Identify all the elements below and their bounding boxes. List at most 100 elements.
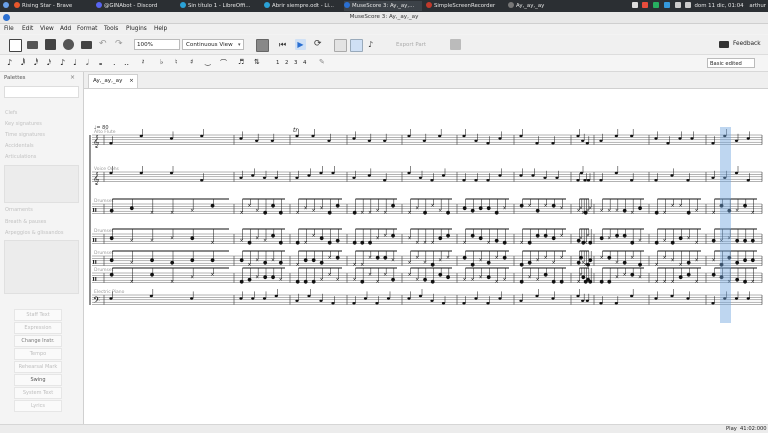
palette-item-accidentals[interactable]: Accidentals <box>5 143 34 149</box>
voice-2-button[interactable]: 2 <box>285 60 288 66</box>
palette-item-key-signatures[interactable]: Key signatures <box>5 121 42 127</box>
voice-1-button[interactable]: 1 <box>276 60 279 66</box>
open-icon[interactable] <box>27 41 38 49</box>
taskbar-item-recorder[interactable]: SimpleScreenRecorder <box>426 1 504 11</box>
taskbar-item-libreoffice-2[interactable]: Abrir siempre.odt - Li... <box>264 1 340 11</box>
percussion-note: × <box>630 210 634 216</box>
menu-format[interactable]: Format <box>77 25 97 34</box>
text-button-tempo[interactable]: Tempo <box>14 348 62 360</box>
duration-16th-icon[interactable]: 𝅘𝅥𝅯 <box>47 58 51 68</box>
text-button-lyrics[interactable]: Lyrics <box>14 400 62 412</box>
text-button-swing[interactable]: Swing <box>14 374 62 386</box>
save-online-icon[interactable] <box>63 39 74 50</box>
duration-whole-icon[interactable]: 𝅝 <box>99 58 102 68</box>
redo-icon[interactable]: ↷ <box>115 39 126 50</box>
tie-icon[interactable]: ‿ <box>205 58 211 66</box>
user-name[interactable]: arthur <box>749 3 766 9</box>
metronome-icon[interactable]: ♪ <box>368 39 379 50</box>
rewind-icon[interactable]: ⏮ <box>279 39 290 50</box>
double-dot-icon[interactable]: .. <box>124 58 129 67</box>
zoom-select[interactable]: 100% <box>134 39 180 50</box>
update-icon[interactable] <box>653 2 660 8</box>
rest-icon[interactable]: 𝄽 <box>142 58 144 67</box>
palette-item-ornaments[interactable]: Ornaments <box>5 207 33 213</box>
close-icon[interactable]: × <box>129 78 134 84</box>
tuplet-icon[interactable]: ♬ <box>238 58 244 66</box>
duration-eighth-icon[interactable]: ♪ <box>60 58 65 67</box>
workspace-select[interactable]: Basic edited <box>707 58 755 68</box>
menu-view[interactable]: View <box>40 25 54 34</box>
sharp-icon[interactable]: ♯ <box>190 58 193 66</box>
duration-64th-icon[interactable]: 𝅘𝅥𝅱 <box>21 58 25 68</box>
palette-item-clefs[interactable]: Clefs <box>5 110 17 116</box>
score-canvas[interactable]: ♩= 80 tr Alto Flute 𝄞 Voice Oohs 𝄞 Drumset 𝄥 ● ● ×… <box>84 89 768 424</box>
export-button[interactable]: Export Part <box>396 42 426 48</box>
percussion-note: × <box>423 240 427 246</box>
slur-icon[interactable]: ⌒ <box>220 58 227 68</box>
dot-icon[interactable]: . <box>113 58 116 67</box>
mail-icon <box>719 41 729 48</box>
clock[interactable]: dom 11 dic, 01:04 <box>694 3 743 9</box>
duration-quarter-icon[interactable]: ♩ <box>73 58 77 67</box>
text-button-rehearsal-mark[interactable]: Rehearsal Mark <box>14 361 62 373</box>
menu-file[interactable]: File <box>4 25 14 34</box>
score-svg[interactable]: ♩= 80 trAlto Flute𝄞Voice Oohs𝄞Drumset𝄥 ● ●×… <box>84 89 768 424</box>
text-button-expression[interactable]: Expression <box>14 322 62 334</box>
plugin-icon[interactable]: ✎ <box>319 58 325 66</box>
close-icon[interactable]: × <box>70 74 75 81</box>
taskbar-item-discord[interactable]: @GINAbot - Discord <box>96 1 176 11</box>
tab-score[interactable]: Ay,_ay,_ay × <box>88 74 138 88</box>
menu-plugins[interactable]: Plugins <box>126 25 147 34</box>
hp-icon[interactable] <box>631 2 638 8</box>
taskbar-item-libreoffice-1[interactable]: Sin título 1 - LibreOffi... <box>180 1 260 11</box>
mixer-icon[interactable] <box>256 39 269 52</box>
loop-out-icon[interactable] <box>350 39 363 52</box>
taskbar-item-brave[interactable]: Rising Star - Brave <box>14 1 92 11</box>
loop-in-icon[interactable] <box>334 39 347 52</box>
flip-icon[interactable]: ⇅ <box>254 58 260 66</box>
voice-3-button[interactable]: 3 <box>294 60 297 66</box>
play-icon[interactable]: ▶ <box>295 39 306 50</box>
menu-add[interactable]: Add <box>60 25 71 34</box>
brave-tray-icon[interactable] <box>642 2 649 8</box>
menu-tools[interactable]: Tools <box>104 25 118 34</box>
image-capture-icon[interactable] <box>450 39 461 50</box>
palette-section-barlines[interactable] <box>4 240 79 294</box>
percussion-note: ● <box>279 240 284 246</box>
percussion-note: ● <box>552 203 557 209</box>
note-input-icon[interactable]: ♪ <box>7 58 12 67</box>
note-head <box>319 299 323 302</box>
palette-item-articulations[interactable]: Articulations <box>5 154 36 160</box>
view-mode-select[interactable]: Continuous View <box>182 39 244 50</box>
note-head <box>418 294 423 298</box>
duration-half-icon[interactable]: 𝅗𝅥 <box>86 58 89 68</box>
menu-edit[interactable]: Edit <box>22 25 33 34</box>
palette-item-breath[interactable]: Breath & pauses <box>5 219 46 225</box>
loop-icon[interactable]: ⟳ <box>314 39 325 50</box>
percussion-note: × <box>247 262 251 268</box>
menu-help[interactable]: Help <box>154 25 167 34</box>
text-button-staff-text[interactable]: Staff Text <box>14 309 62 321</box>
text-button-change-instrument[interactable]: Change Instr. <box>14 335 62 347</box>
voice-4-button[interactable]: 4 <box>303 60 306 66</box>
app-menu-icon[interactable] <box>3 1 11 11</box>
duration-32nd-icon[interactable]: 𝅘𝅥𝅰 <box>34 58 38 68</box>
new-score-icon[interactable] <box>9 39 22 52</box>
undo-icon[interactable]: ↶ <box>99 39 110 50</box>
save-icon[interactable] <box>45 39 56 50</box>
feedback-button[interactable]: Feedback <box>733 41 761 47</box>
print-icon[interactable] <box>81 41 92 49</box>
palette-section-lines[interactable] <box>4 165 79 203</box>
natural-icon[interactable]: ♮ <box>175 58 178 66</box>
volume-icon[interactable] <box>674 2 681 8</box>
taskbar-item-file[interactable]: Ay,_ay,_ay <box>508 1 568 11</box>
palette-item-arpeggios[interactable]: Arpeggios & glissandos <box>5 230 63 236</box>
flat-icon[interactable]: ♭ <box>160 58 163 66</box>
text-button-system-text[interactable]: System Text <box>14 387 62 399</box>
palette-search-input[interactable] <box>4 86 79 98</box>
network-icon[interactable] <box>685 2 692 8</box>
telegram-icon[interactable] <box>663 2 670 8</box>
taskbar-item-musescore[interactable]: MuseScore 3: Ay,_ay,... <box>344 1 422 11</box>
percussion-note: ● <box>638 205 643 211</box>
palette-item-time-signatures[interactable]: Time signatures <box>5 132 45 138</box>
